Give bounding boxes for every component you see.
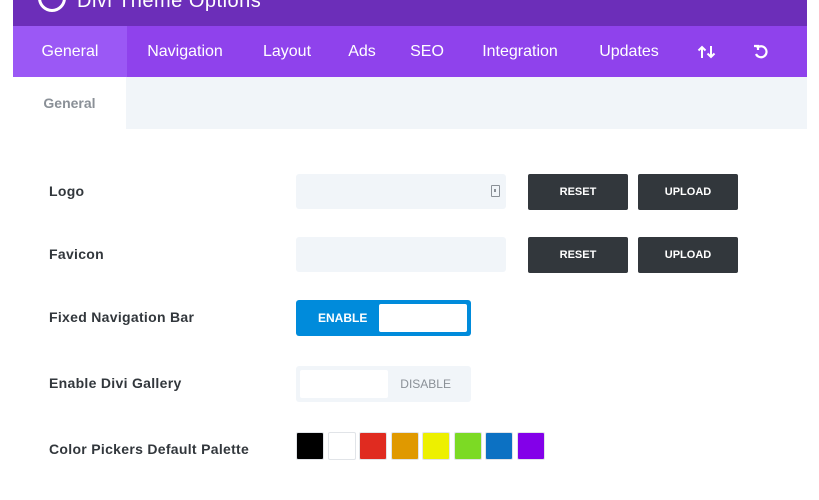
color-swatch[interactable] (422, 432, 450, 460)
tab-ads[interactable]: Ads (331, 26, 393, 77)
logo-label: Logo (49, 183, 85, 199)
tab-navigation[interactable]: Navigation (127, 26, 243, 77)
tab-general[interactable]: General (13, 26, 127, 77)
color-swatch[interactable] (390, 432, 419, 460)
palette-label: Color Pickers Default Palette (49, 441, 250, 457)
file-icon (491, 185, 500, 197)
toggle-state-label: DISABLE (400, 377, 451, 391)
fixed-nav-label: Fixed Navigation Bar (49, 309, 195, 325)
logo-reset-button[interactable]: RESET (528, 174, 628, 210)
color-swatch[interactable] (516, 432, 545, 460)
theme-options-page: { "header": { "title": "Divi Theme Optio… (0, 0, 819, 500)
fixed-nav-toggle[interactable]: ENABLE (296, 300, 471, 336)
favicon-field[interactable] (296, 237, 506, 272)
favicon-upload-button[interactable]: UPLOAD (638, 237, 738, 273)
tab-updates[interactable]: Updates (579, 26, 679, 77)
toggle-knob (379, 304, 467, 332)
color-swatch[interactable] (296, 432, 324, 460)
logo-upload-button[interactable]: UPLOAD (638, 174, 738, 210)
tab-layout[interactable]: Layout (243, 26, 331, 77)
color-swatch[interactable] (327, 432, 356, 460)
options-header: Divi Theme Options (13, 0, 807, 26)
tab-seo[interactable]: SEO (393, 26, 461, 77)
tab-integration[interactable]: Integration (461, 26, 579, 77)
color-swatch[interactable] (453, 432, 482, 460)
subtab-general[interactable]: General (13, 77, 126, 129)
divi-logo-icon (38, 0, 66, 12)
main-nav: General Navigation Layout Ads SEO Integr… (13, 26, 807, 77)
sub-nav: General (13, 77, 807, 129)
reset-icon[interactable] (743, 26, 779, 77)
toggle-state-label: ENABLE (318, 311, 368, 325)
favicon-label: Favicon (49, 246, 105, 262)
favicon-reset-button[interactable]: RESET (528, 237, 628, 273)
divi-gallery-toggle[interactable]: DISABLE (296, 366, 471, 402)
color-swatch[interactable] (359, 432, 387, 460)
page-title: Divi Theme Options (77, 0, 262, 12)
color-swatch[interactable] (485, 432, 513, 460)
divi-gallery-label: Enable Divi Gallery (49, 375, 182, 391)
import-export-icon[interactable] (689, 26, 725, 77)
logo-field[interactable] (296, 174, 506, 209)
toggle-knob (300, 370, 388, 398)
